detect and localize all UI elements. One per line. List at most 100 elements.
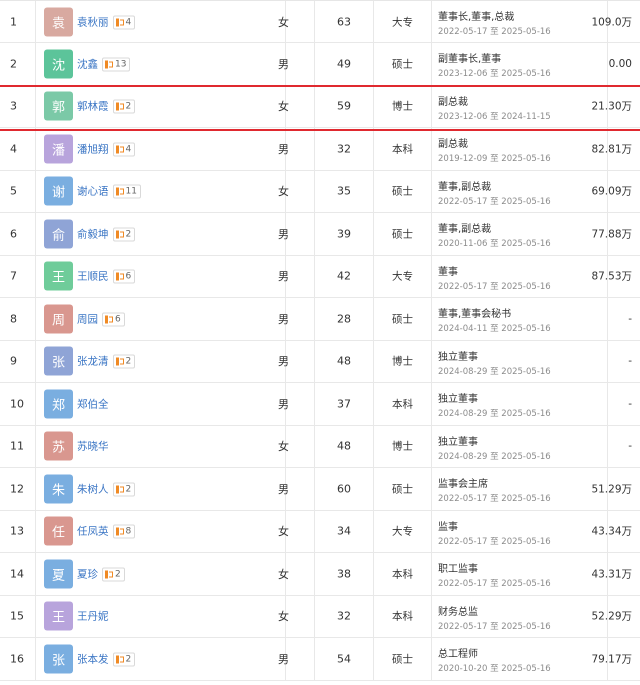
avatar[interactable]: 周	[44, 304, 73, 334]
compensation: 109.0万	[591, 16, 632, 28]
person-name-link[interactable]: 任凤英	[77, 526, 109, 538]
pay-cell: 21.30万	[591, 86, 640, 128]
gender: 男	[278, 482, 289, 496]
person-name-link[interactable]: 周园	[77, 313, 98, 325]
person-name-link[interactable]: 朱树人	[77, 483, 109, 495]
avatar[interactable]: 夏	[44, 559, 73, 589]
education-cell: 硕士	[374, 638, 432, 680]
table-row: 7 王 王顺民 6 男 42 大专 董事 2022-05-17 至 2025-05…	[0, 255, 640, 298]
person-name-link[interactable]: 夏珍	[77, 568, 98, 580]
person-name-link[interactable]: 张本发	[77, 653, 109, 665]
position-cell: 监事会主席 2022-05-17 至 2025-05-16	[432, 468, 608, 510]
person-name-link[interactable]: 沈鑫	[77, 58, 98, 70]
avatar[interactable]: 张	[44, 346, 73, 376]
related-companies-badge[interactable]: 2	[102, 567, 125, 582]
related-companies-badge[interactable]: 2	[112, 652, 136, 667]
education: 本科	[392, 568, 413, 581]
company-icon	[105, 60, 113, 69]
age: 49	[337, 57, 351, 71]
row-index: 4	[10, 142, 17, 156]
avatar[interactable]: 王	[44, 261, 73, 291]
company-icon	[115, 145, 124, 154]
index-cell: 16	[0, 638, 36, 680]
compensation: -	[628, 312, 632, 325]
avatar[interactable]: 郑	[44, 389, 73, 419]
related-companies-badge[interactable]: 6	[112, 269, 136, 284]
position-title: 总工程师	[438, 649, 478, 660]
age-cell: 32	[314, 128, 374, 170]
education-cell: 大专	[374, 255, 432, 297]
avatar[interactable]: 王	[44, 601, 73, 631]
related-companies-badge[interactable]: 13	[102, 57, 131, 72]
education-cell: 博士	[374, 85, 432, 127]
related-companies-badge[interactable]: 2	[112, 482, 136, 497]
person-cell: 苏 苏晓华 女	[36, 425, 289, 467]
age-cell: 54	[314, 638, 374, 680]
gender: 女	[278, 525, 289, 539]
avatar[interactable]: 苏	[44, 431, 73, 461]
person-name-link[interactable]: 谢心语	[77, 186, 109, 198]
related-companies-badge[interactable]: 2	[112, 227, 136, 242]
avatar[interactable]: 朱	[44, 474, 73, 504]
avatar[interactable]: 任	[44, 516, 73, 546]
person-name-link[interactable]: 张龙清	[77, 356, 109, 368]
avatar[interactable]: 袁	[44, 7, 73, 36]
age: 60	[337, 482, 351, 496]
position-cell: 董事,副总裁 2020-11-06 至 2025-05-16	[432, 213, 608, 255]
pay-cell: 79.17万	[591, 638, 640, 680]
related-companies-badge[interactable]: 11	[112, 184, 141, 199]
term-dates: 2022-05-17 至 2025-05-16	[438, 281, 551, 292]
related-companies-badge[interactable]: 4	[112, 142, 136, 157]
person-name-link[interactable]: 苏晓华	[77, 441, 109, 453]
position-title: 职工监事	[438, 564, 478, 575]
position-title: 董事,副总裁	[438, 224, 492, 235]
person-name-link[interactable]: 王丹妮	[77, 611, 109, 623]
term-dates: 2022-05-17 至 2025-05-16	[438, 494, 551, 504]
education: 博士	[392, 355, 413, 368]
person-cell: 任 任凤英 8 女	[36, 510, 289, 552]
related-companies-badge[interactable]: 2	[112, 99, 136, 114]
pay-cell: 43.31万	[591, 553, 640, 595]
avatar[interactable]: 沈	[44, 49, 73, 79]
person-cell: 张 张龙清 2 男	[36, 340, 289, 382]
company-icon	[115, 527, 124, 536]
avatar[interactable]: 潘	[44, 134, 73, 164]
education: 博士	[392, 100, 413, 113]
education-cell: 本科	[374, 383, 432, 425]
gender: 男	[278, 397, 289, 411]
term-dates: 2022-05-17 至 2025-05-16	[438, 621, 551, 632]
age-cell: 60	[314, 468, 374, 510]
person-name-link[interactable]: 郑伯全	[77, 398, 109, 410]
age: 35	[337, 184, 351, 198]
related-companies-badge[interactable]: 4	[112, 15, 136, 29]
person-name-link[interactable]: 王顺民	[77, 271, 109, 283]
person-name-link[interactable]: 郭林霞	[77, 101, 109, 113]
avatar[interactable]: 谢	[44, 176, 73, 206]
avatar[interactable]: 张	[44, 644, 73, 674]
age: 28	[337, 312, 351, 326]
avatar[interactable]: 俞	[44, 219, 73, 249]
position-cell: 总工程师 2020-10-20 至 2025-05-16	[432, 638, 608, 680]
age: 48	[337, 354, 351, 368]
position-cell: 副总裁 2019-12-09 至 2025-05-16	[432, 128, 608, 170]
index-cell: 2	[0, 43, 36, 85]
related-companies-badge[interactable]: 8	[112, 524, 136, 539]
related-companies-badge[interactable]: 2	[112, 354, 136, 369]
compensation: -	[628, 397, 632, 410]
term-dates: 2023-12-06 至 2024-11-15	[438, 111, 551, 122]
age: 32	[337, 142, 351, 156]
pay-cell: 109.0万	[591, 1, 640, 42]
person-cell: 夏 夏珍 2 女	[36, 553, 289, 595]
index-cell: 15	[0, 595, 36, 637]
person-name-link[interactable]: 俞毅坤	[77, 228, 109, 240]
avatar[interactable]: 郭	[44, 91, 73, 121]
related-companies-badge[interactable]: 6	[102, 312, 125, 327]
person-name-link[interactable]: 袁秋丽	[77, 16, 109, 28]
term-dates: 2024-08-29 至 2025-05-16	[438, 409, 551, 419]
index-cell: 8	[0, 298, 36, 340]
index-cell: 4	[0, 128, 36, 170]
education-cell: 博士	[374, 340, 432, 382]
term-dates: 2022-05-17 至 2025-05-16	[438, 196, 551, 207]
table-row: 16 张 张本发 2 男 54 硕士 总工程师 2020-10-20 至 2025…	[0, 638, 640, 681]
person-name-link[interactable]: 潘旭翔	[77, 143, 109, 155]
